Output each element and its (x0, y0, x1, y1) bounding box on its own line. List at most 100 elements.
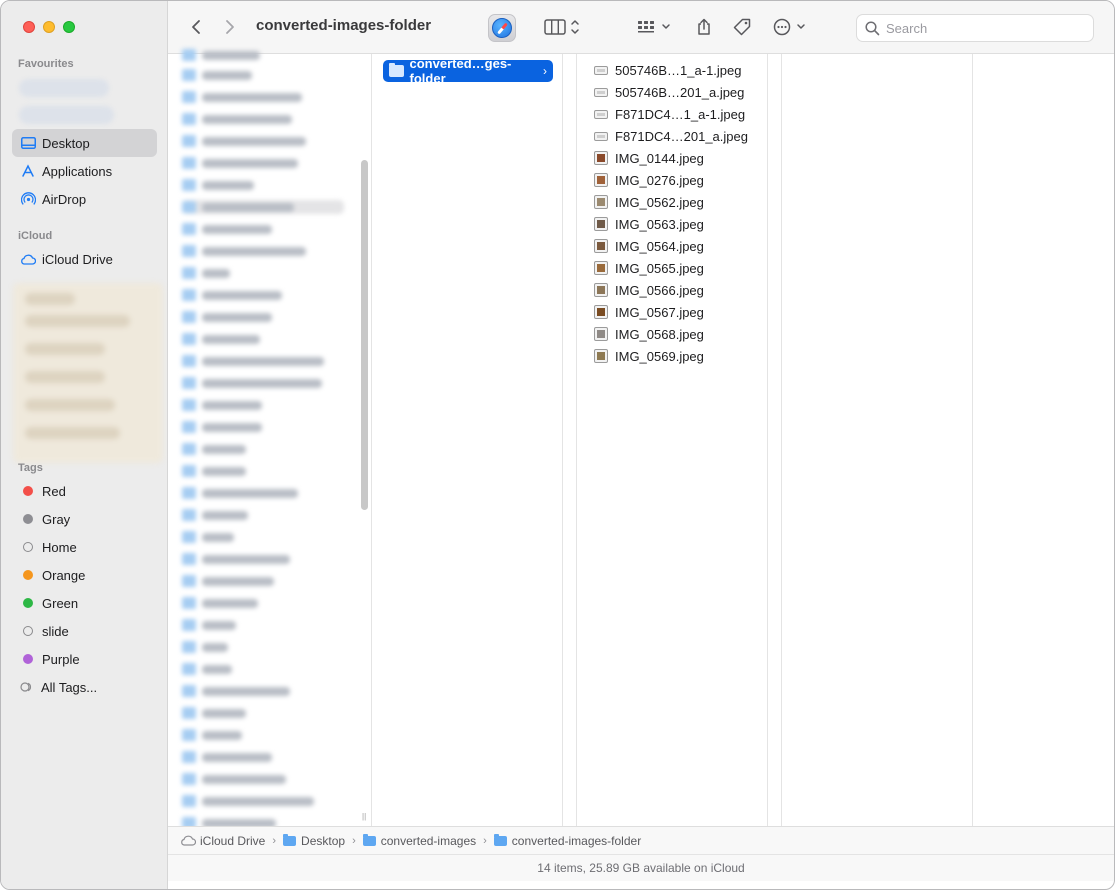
toolbar: converted-images-folder (168, 1, 1114, 54)
tag-label: slide (42, 623, 69, 639)
sidebar: Favourites Desktop Applications AirDrop … (1, 1, 168, 889)
file-item[interactable]: IMG_0276.jpeg (594, 170, 704, 190)
image-thumbnail-icon (594, 173, 608, 187)
column-empty[interactable] (782, 54, 973, 826)
favourites-section-label: Favourites (18, 58, 74, 70)
search-field[interactable] (856, 14, 1094, 42)
sidebar-item-airdrop[interactable]: AirDrop (12, 185, 157, 213)
column-gap (768, 54, 782, 826)
airdrop-icon (20, 191, 36, 207)
file-item[interactable]: IMG_0569.jpeg (594, 346, 704, 366)
image-thumbnail-icon (594, 88, 608, 97)
file-item[interactable]: IMG_0567.jpeg (594, 302, 704, 322)
folder-label: converted…ges-folder (409, 56, 512, 86)
file-item[interactable]: IMG_0563.jpeg (594, 214, 704, 234)
breadcrumb-label: converted-images (380, 833, 477, 848)
sidebar-tag-purple[interactable]: Purple (12, 645, 157, 673)
column-empty[interactable] (987, 54, 1114, 826)
forward-button[interactable] (220, 15, 240, 39)
group-by-button[interactable] (636, 15, 676, 39)
orange-tag-dot-icon (23, 570, 33, 580)
path-bar: iCloud Drive › Desktop › converted-image… (168, 826, 1114, 854)
file-name: 505746B…201_a.jpeg (615, 84, 745, 100)
tags-button[interactable] (731, 15, 753, 39)
share-icon (698, 18, 710, 35)
sidebar-tag-home[interactable]: Home (12, 533, 157, 561)
file-name: IMG_0569.jpeg (615, 348, 704, 364)
column-desktop-contents[interactable]: || (168, 49, 372, 829)
search-input[interactable] (886, 20, 1076, 36)
vertical-scrollbar[interactable] (361, 160, 368, 510)
file-name: F871DC4…201_a.jpeg (615, 128, 748, 144)
blurred-favourite-item[interactable] (19, 79, 109, 97)
tag-label: Green (42, 595, 79, 611)
sidebar-item-label: iCloud Drive (42, 251, 113, 267)
sidebar-item-applications[interactable]: Applications (12, 157, 157, 185)
cloud-icon (181, 835, 196, 846)
desktop-icon (20, 135, 36, 151)
sidebar-item-icloud-drive[interactable]: iCloud Drive (12, 245, 157, 273)
sidebar-tag-orange[interactable]: Orange (12, 561, 157, 589)
column-resize-handle[interactable]: || (362, 812, 370, 822)
image-thumbnail-icon (594, 195, 608, 209)
applications-icon (20, 163, 36, 179)
tag-icon (733, 18, 751, 36)
file-item[interactable]: IMG_0565.jpeg (594, 258, 704, 278)
file-name: IMG_0567.jpeg (615, 304, 704, 320)
chevron-right-icon (226, 20, 234, 34)
chevron-right-icon: › (543, 64, 547, 78)
empty-tag-circle-icon (23, 626, 33, 636)
file-item[interactable]: 505746B…1_a-1.jpeg (594, 60, 742, 80)
close-window-button[interactable] (23, 21, 35, 33)
folder-icon (362, 833, 376, 846)
breadcrumb-converted-images-folder[interactable]: converted-images-folder (493, 833, 641, 848)
image-thumbnail-icon (594, 261, 608, 275)
file-item[interactable]: IMG_0564.jpeg (594, 236, 704, 256)
file-name: IMG_0562.jpeg (615, 194, 704, 210)
image-thumbnail-icon (594, 327, 608, 341)
chevron-right-icon: › (352, 834, 356, 847)
file-item[interactable]: IMG_0566.jpeg (594, 280, 704, 300)
file-item[interactable]: F871DC4…1_a-1.jpeg (594, 104, 745, 124)
file-name: IMG_0568.jpeg (615, 326, 704, 342)
sidebar-tag-gray[interactable]: Gray (12, 505, 157, 533)
ellipsis-circle-icon (773, 18, 805, 36)
window-controls (23, 21, 75, 33)
view-mode-button[interactable] (544, 15, 584, 39)
breadcrumb-icloud-drive[interactable]: iCloud Drive (180, 834, 265, 848)
breadcrumb-label: Desktop (301, 833, 346, 848)
sidebar-tag-green[interactable]: Green (12, 589, 157, 617)
selected-folder-item[interactable]: converted…ges-folder › (383, 56, 553, 86)
file-item[interactable]: IMG_0144.jpeg (594, 148, 704, 168)
zoom-window-button[interactable] (63, 21, 75, 33)
share-button[interactable] (694, 15, 714, 39)
purple-tag-dot-icon (23, 654, 33, 664)
sidebar-tag-slide[interactable]: slide (12, 617, 157, 645)
sidebar-item-desktop[interactable]: Desktop (12, 129, 157, 157)
sidebar-item-label: Desktop (42, 135, 90, 151)
safari-compass-icon[interactable] (488, 14, 516, 42)
image-thumbnail-icon (594, 349, 608, 363)
tag-label: All Tags... (41, 679, 98, 695)
file-item[interactable]: 505746B…201_a.jpeg (594, 82, 744, 102)
breadcrumb-desktop[interactable]: Desktop (283, 833, 346, 848)
sidebar-all-tags[interactable]: All Tags... (12, 673, 157, 701)
column-converted-images[interactable]: converted…ges-folder › || (372, 54, 569, 826)
image-thumbnail-icon (594, 217, 608, 231)
file-item[interactable]: IMG_0568.jpeg (594, 324, 704, 344)
chevron-left-icon (192, 20, 200, 34)
file-item[interactable]: F871DC4…201_a.jpeg (594, 126, 748, 146)
back-button[interactable] (186, 15, 206, 39)
column-gap (563, 54, 577, 826)
more-actions-button[interactable] (772, 15, 812, 39)
image-thumbnail-icon (594, 305, 608, 319)
sidebar-tag-red[interactable]: Red (12, 477, 157, 505)
blurred-favourite-item[interactable] (19, 106, 114, 124)
column-folder-files[interactable]: 505746B…1_a-1.jpeg 505746B…201_a.jpeg F8… (577, 54, 774, 826)
file-item[interactable]: IMG_0562.jpeg (594, 192, 704, 212)
cloud-icon (20, 251, 36, 267)
minimize-window-button[interactable] (43, 21, 55, 33)
grid-group-icon (638, 21, 670, 33)
breadcrumb-converted-images[interactable]: converted-images (362, 833, 477, 848)
tag-label: Red (42, 483, 66, 499)
